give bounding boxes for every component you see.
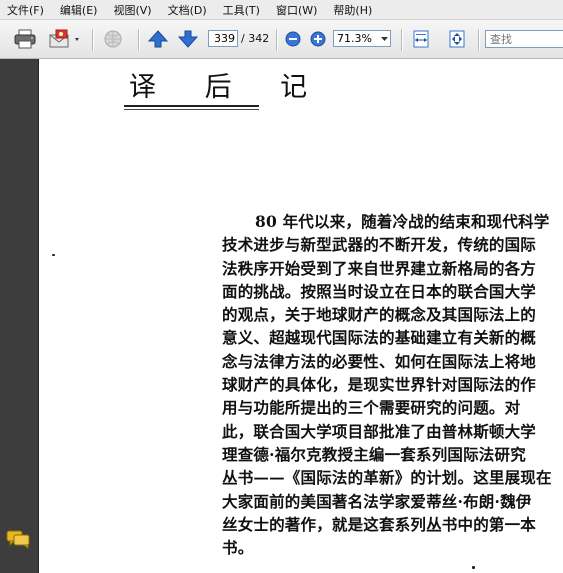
menu-help[interactable]: 帮助(H)	[329, 2, 376, 18]
comments-button[interactable]	[6, 529, 32, 553]
text-line: 80 年代以来，随着冷战的结束和现代科学	[255, 212, 550, 231]
page-number-input[interactable]: 339	[208, 30, 238, 47]
collaborate-button[interactable]	[100, 28, 128, 50]
page-title: 译 后 记	[129, 72, 328, 103]
text-line: 此，联合国大学项目部批准了由普林斯顿大学	[222, 421, 537, 441]
text-line: 的观点，关于地球财产的概念及其国际法上的	[222, 305, 537, 325]
fit-page-button[interactable]	[446, 28, 468, 50]
plus-circle-icon	[310, 31, 326, 47]
zoom-value: 71.3%	[337, 32, 372, 45]
text-line: 法秩序开始受到了来自世界建立新格局的各方	[222, 258, 537, 278]
text-line: 意义、超越现代国际法的基础建立有关新的概	[222, 328, 537, 348]
next-page-button[interactable]	[177, 28, 199, 50]
navigation-pane	[0, 59, 39, 573]
zoom-select[interactable]: 71.3%	[333, 30, 391, 47]
scan-speck	[52, 254, 55, 256]
fit-width-button[interactable]	[410, 28, 432, 50]
menu-tools[interactable]: 工具(T)	[219, 2, 264, 18]
text-line: 用与功能所提出的三个需要研究的问题。对	[222, 398, 521, 418]
minus-circle-icon	[285, 31, 301, 47]
text-line: 丛书——《国际法的革新》的计划。这里展现在	[222, 468, 552, 488]
fit-page-icon	[449, 30, 465, 48]
text-line: 念与法律方法的必要性、如何在国际法上将地	[222, 351, 537, 371]
toolbar-separator	[92, 29, 93, 51]
page-total: / 342	[241, 32, 270, 45]
toolbar: 339 / 342 71.3%	[0, 20, 563, 59]
text-line: 大家面前的美国著名法学家爱蒂丝·布朗·魏伊	[222, 491, 532, 511]
arrow-up-icon	[148, 30, 168, 48]
text-line: 丝女士的著作，就是这套系列丛书中的第一本	[222, 514, 537, 534]
menu-bar: 文件(F) 编辑(E) 视图(V) 文档(D) 工具(T) 窗口(W) 帮助(H…	[0, 0, 563, 20]
search-input[interactable]	[485, 30, 563, 48]
menu-window[interactable]: 窗口(W)	[272, 2, 321, 18]
title-underline-thin	[124, 109, 259, 110]
text-line: 球财产的具体化，是现实世界针对国际法的作	[222, 375, 537, 395]
menu-document[interactable]: 文档(D)	[164, 2, 211, 18]
menu-file[interactable]: 文件(F)	[3, 2, 48, 18]
globe-icon	[104, 30, 122, 48]
arrow-down-icon	[178, 30, 198, 48]
printer-icon	[14, 29, 36, 49]
menu-view[interactable]: 视图(V)	[109, 2, 155, 18]
chevron-down-icon[interactable]	[379, 31, 390, 46]
text-line: 面的挑战。按照当时设立在日本的联合国大学	[222, 281, 537, 301]
text-line: 技术进步与新型武器的不断开发，传统的国际	[222, 235, 537, 255]
document-page: 译 后 记 80 年代以来，随着冷战的结束和现代科学 技术进步与新型武器的不断开…	[39, 59, 563, 573]
zoom-in-button[interactable]	[309, 30, 327, 48]
zoom-out-button[interactable]	[284, 30, 302, 48]
scan-speck	[472, 566, 475, 569]
email-button[interactable]	[47, 28, 81, 50]
previous-page-button[interactable]	[147, 28, 169, 50]
fit-width-icon	[413, 30, 429, 48]
body-paragraph: 80 年代以来，随着冷战的结束和现代科学 技术进步与新型武器的不断开发，传统的国…	[222, 210, 552, 559]
toolbar-separator	[401, 29, 402, 51]
toolbar-separator	[276, 29, 277, 51]
email-icon	[49, 29, 79, 48]
menu-edit[interactable]: 编辑(E)	[56, 2, 102, 18]
toolbar-separator	[478, 29, 479, 51]
toolbar-separator	[138, 29, 139, 51]
text-line: 书。	[222, 538, 254, 558]
title-underline	[124, 105, 259, 107]
text-line: 理查德·福尔克教授主编一套系列国际法研究	[222, 444, 526, 464]
comment-bubble-icon	[6, 530, 30, 549]
print-button[interactable]	[12, 28, 38, 50]
